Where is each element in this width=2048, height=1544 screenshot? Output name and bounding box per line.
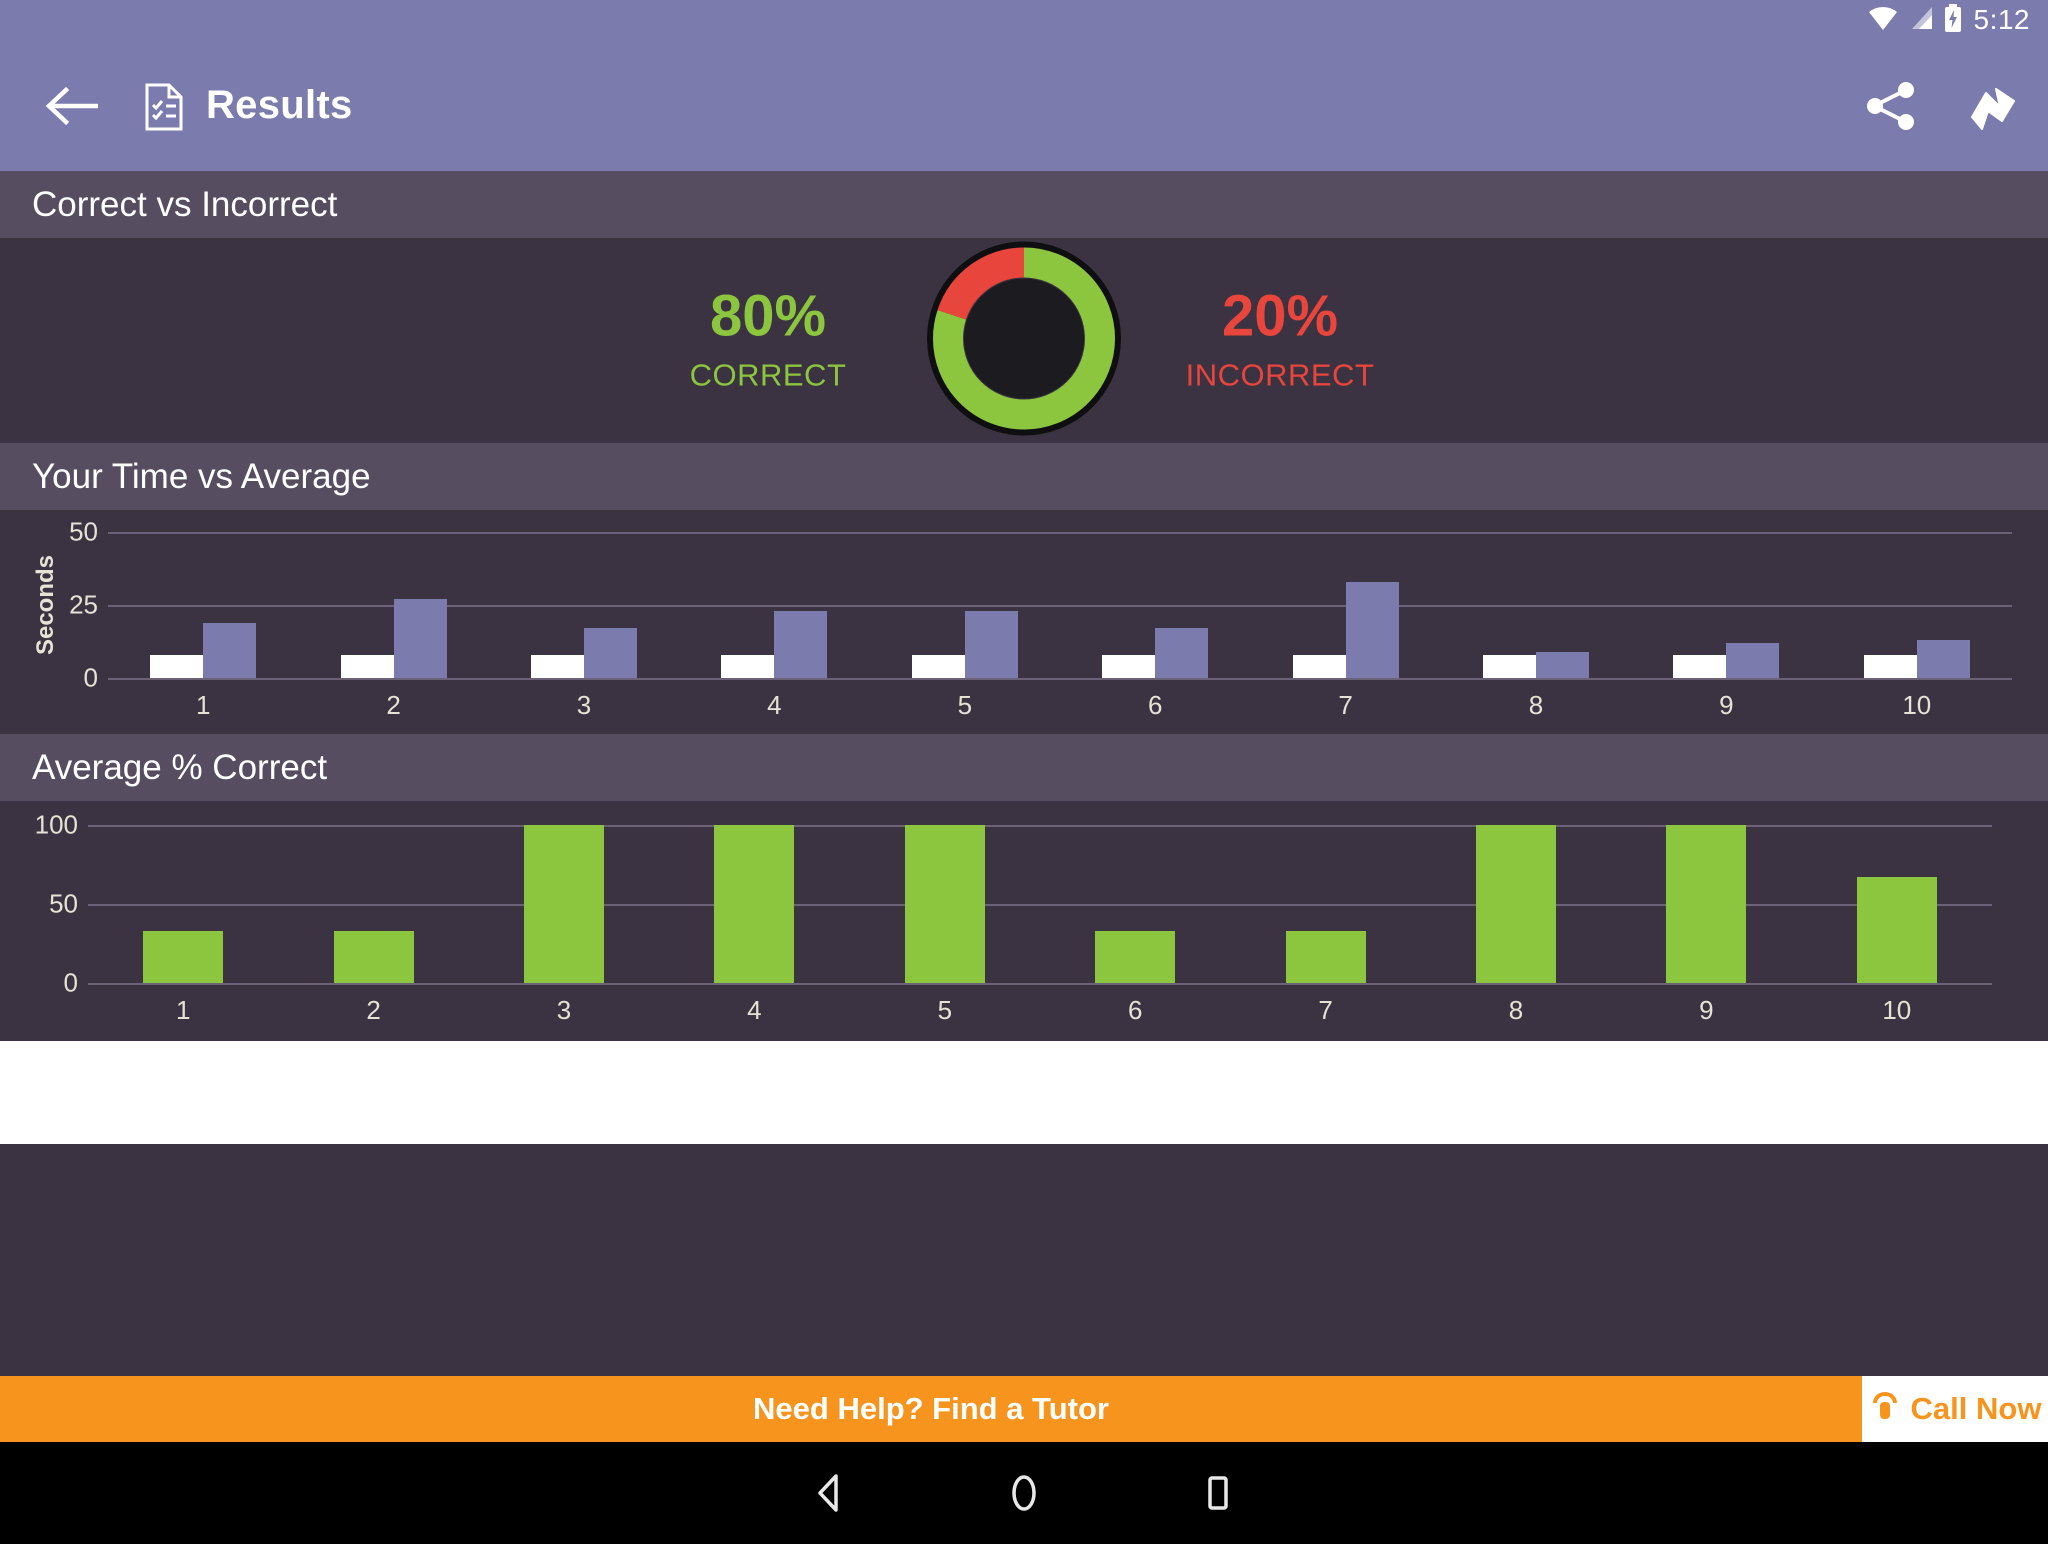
ad-text: Need Help? Find a Tutor	[753, 1391, 1109, 1426]
x-axis-tick-label: 3	[576, 690, 592, 720]
content-bottom-spacer	[0, 1041, 2048, 1144]
call-now-label: Call Now	[1910, 1391, 2042, 1426]
chart-bar	[1863, 654, 1917, 678]
chart-bar	[333, 930, 414, 983]
phone-icon	[1869, 1389, 1901, 1429]
section-header-time-vs-average: Your Time vs Average	[0, 443, 2048, 510]
time-vs-average-chart: Seconds 0 25 50 1 2 3 4 5 6 7 8 9 10	[0, 510, 2048, 734]
incorrect-label: INCORRECT	[1185, 357, 1375, 393]
section-title: Average % Correct	[32, 747, 328, 787]
cell-signal-icon	[1908, 5, 1934, 36]
incorrect-stat: 20% INCORRECT	[1130, 283, 1430, 394]
wifi-icon	[1868, 5, 1898, 36]
correct-label: CORRECT	[689, 357, 847, 393]
chart-bar	[1856, 877, 1937, 983]
y-axis-tick-label: 0	[83, 662, 98, 693]
call-now-button[interactable]: Call Now	[1862, 1376, 2048, 1442]
chart-bar	[393, 599, 447, 678]
chart-bar	[911, 654, 965, 678]
ad-banner[interactable]: Need Help? Find a Tutor Call Now	[0, 1376, 2048, 1442]
x-axis-tick-label: 10	[1902, 690, 1932, 720]
average-percent-correct-chart: 0 50 100 1 2 3 4 5 6 7 8 9 10	[0, 801, 2048, 1041]
x-axis-tick-label: 4	[747, 995, 762, 1025]
chart-bar	[1483, 654, 1536, 678]
chart-bar	[904, 825, 985, 983]
y-axis-tick-label: 50	[69, 516, 98, 547]
chart-bar	[1155, 628, 1209, 678]
find-a-tutor-button[interactable]: Need Help? Find a Tutor	[0, 1376, 1862, 1442]
x-axis-tick-label: 2	[366, 995, 381, 1025]
y-axis-tick-label: 100	[34, 809, 78, 840]
correct-percent: 80%	[709, 283, 827, 349]
donut-chart	[924, 238, 1124, 443]
chart-bar	[203, 622, 257, 678]
chart-bar	[524, 825, 604, 983]
page-title: Results	[206, 83, 353, 127]
x-axis-tick-label: 4	[767, 690, 782, 720]
chart-bar	[721, 654, 775, 678]
chart-bar	[1916, 640, 1970, 678]
section-title: Your Time vs Average	[32, 456, 371, 496]
x-axis-tick-label: 8	[1508, 995, 1524, 1025]
chart-bar	[584, 628, 637, 678]
x-axis-tick-label: 9	[1719, 690, 1734, 720]
chart-bar	[774, 610, 828, 678]
gridline	[108, 532, 2012, 534]
donut-chart-group: 80% CORRECT 20% INCORRECT	[618, 238, 1430, 443]
status-time: 5:12	[1973, 4, 2030, 35]
x-axis-tick-label: 2	[386, 690, 401, 720]
chart-bar	[531, 654, 584, 678]
correct-vs-incorrect-panel: 80% CORRECT 20% INCORRECT	[0, 238, 2048, 443]
chart-bar	[1345, 581, 1399, 678]
system-nav-bar	[0, 1442, 2048, 1544]
forward-arrow-icon[interactable]	[1962, 77, 2020, 135]
section-title: Correct vs Incorrect	[32, 184, 338, 224]
chart-bar	[1536, 651, 1589, 678]
x-axis-tick-label: 7	[1338, 690, 1353, 720]
chart-bar	[1726, 642, 1780, 678]
chart-bar	[1292, 654, 1346, 678]
back-arrow-icon[interactable]	[44, 79, 99, 133]
section-header-correct-vs-incorrect: Correct vs Incorrect	[0, 171, 2048, 238]
y-axis-tick-label: 50	[49, 888, 78, 919]
chart-bar	[964, 610, 1018, 678]
app-bar: Results	[0, 40, 2048, 171]
x-axis-tick-label: 6	[1127, 995, 1143, 1025]
y-axis-tick-label: 0	[63, 967, 78, 998]
x-axis-tick-label: 1	[195, 690, 211, 720]
section-header-average-percent-correct: Average % Correct	[0, 734, 2048, 801]
nav-recents-icon[interactable]	[1195, 1470, 1241, 1516]
x-axis-tick-label: 8	[1528, 690, 1544, 720]
x-axis-tick-label: 1	[175, 995, 191, 1025]
gridline	[88, 983, 1992, 985]
chart-bar	[1285, 930, 1366, 983]
chart-bar	[714, 825, 795, 983]
x-axis-tick-label: 3	[556, 995, 572, 1025]
nav-home-icon[interactable]	[1001, 1470, 1047, 1516]
status-bar: 5:12	[0, 0, 2048, 40]
x-axis-tick-label: 7	[1318, 995, 1333, 1025]
x-axis-tick-label: 5	[937, 995, 953, 1025]
chart-bar	[143, 930, 224, 983]
y-axis-tick-label: 25	[69, 589, 98, 620]
correct-stat: 80% CORRECT	[618, 283, 918, 394]
chart-bar	[340, 654, 394, 678]
chart-bar	[150, 654, 204, 678]
chart-bar	[1476, 825, 1556, 983]
nav-back-icon[interactable]	[807, 1470, 853, 1516]
battery-charging-icon	[1944, 3, 1962, 37]
x-axis-tick-label: 6	[1147, 690, 1163, 720]
x-axis-tick-label: 10	[1882, 995, 1912, 1025]
chart-bar	[1666, 825, 1747, 983]
incorrect-percent: 20%	[1221, 283, 1339, 349]
chart-bar	[1095, 930, 1176, 983]
chart-bar	[1102, 654, 1156, 678]
app-screen: 5:12 Results Correct vs Incorrect 80% CO…	[0, 0, 2048, 1544]
share-icon[interactable]	[1862, 77, 1920, 135]
x-axis-tick-label: 5	[957, 690, 973, 720]
x-axis-tick-label: 9	[1699, 995, 1714, 1025]
chart-bar	[1673, 654, 1727, 678]
gridline	[108, 678, 2012, 680]
results-document-icon	[144, 83, 184, 130]
